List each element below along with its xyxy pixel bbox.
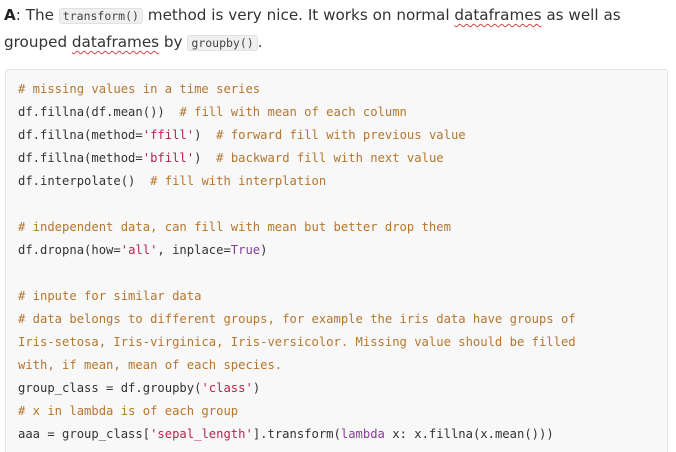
- code-string: 'ffill': [142, 128, 195, 142]
- code-line: df.fillna(df.mean()) # fill with mean of…: [18, 101, 667, 124]
- spellcheck-word[interactable]: dataframes: [454, 6, 541, 24]
- answer-text: .: [257, 33, 263, 51]
- code-comment: # data belongs to different groups, for …: [18, 312, 576, 326]
- code-text: ].transform(: [252, 427, 341, 441]
- code-text: df.fillna(method=: [18, 128, 143, 142]
- code-line: with, if mean, mean of each species.: [18, 354, 667, 377]
- code-string: 'sepal_length': [150, 427, 253, 441]
- code-string: 'all': [120, 243, 158, 257]
- code-comment: with, if mean, mean of each species.: [18, 358, 283, 372]
- code-text: df.fillna(method=: [18, 151, 143, 165]
- code-text: x: x.fillna(x.mean())): [384, 427, 554, 441]
- code-line: Iris-setosa, Iris-virginica, Iris-versic…: [18, 331, 667, 354]
- code-keyword: lambda: [340, 427, 385, 441]
- code-comment: # independent data, can fill with mean b…: [18, 220, 451, 234]
- code-comment: # missing values in a time series: [18, 82, 261, 96]
- code-comment: # backward fill with next value: [216, 151, 444, 165]
- code-keyword: True: [230, 243, 261, 257]
- code-line: df.interpolate() # fill with interplatio…: [18, 170, 667, 193]
- inline-code-transform: transform(): [58, 8, 143, 24]
- code-comment: # inpute for similar data: [18, 289, 202, 303]
- code-text: , inplace=: [157, 243, 231, 257]
- code-line: df.fillna(method='ffill') # forward fill…: [18, 124, 667, 147]
- code-string: 'class': [201, 381, 253, 395]
- inline-code-groupby: groupby(): [187, 35, 258, 51]
- code-text: df.dropna(how=: [18, 243, 121, 257]
- code-text: df.interpolate(): [18, 174, 136, 188]
- code-comment: # forward fill with previous value: [216, 128, 466, 142]
- code-text: ): [260, 243, 268, 257]
- answer-text: by: [159, 33, 188, 51]
- code-text: ): [252, 381, 261, 395]
- code-text: group_class = df.groupby(: [18, 381, 202, 395]
- code-text: df.fillna(df.mean()): [18, 105, 165, 119]
- code-text: aaa = group_class[: [18, 427, 151, 441]
- code-comment: # x in lambda is of each group: [18, 404, 239, 418]
- answer-label: A: [4, 6, 16, 24]
- spellcheck-word[interactable]: dataframes: [72, 33, 159, 51]
- code-line: # missing values in a time series: [18, 78, 667, 101]
- code-line: # data belongs to different groups, for …: [18, 308, 667, 331]
- code-line: df.dropna(how='all', inplace=True): [18, 239, 667, 262]
- answer-text: method is very nice. It works on normal: [142, 6, 455, 24]
- answer-paragraph: A: The transform() method is very nice. …: [4, 2, 670, 56]
- answer-text: : The: [15, 6, 59, 24]
- code-line: df.fillna(method='bfill') # backward fil…: [18, 147, 667, 170]
- code-block: # missing values in a time series df.fill…: [5, 69, 668, 452]
- code-string: 'bfill': [142, 151, 195, 165]
- code-line: # x in lambda is of each group: [18, 400, 667, 423]
- code-comment: # fill with interplation: [150, 174, 327, 188]
- code-line: # inpute for similar data: [18, 285, 667, 308]
- code-comment: # fill with mean of each column: [179, 105, 407, 119]
- code-comment: Iris-setosa, Iris-virginica, Iris-versic…: [18, 335, 576, 349]
- code-line: aaa = group_class['sepal_length'].transf…: [18, 423, 667, 446]
- code-line: group_class = df.groupby('class'): [18, 377, 667, 400]
- code-line: # independent data, can fill with mean b…: [18, 216, 667, 239]
- code-text: ): [194, 151, 202, 165]
- code-text: ): [194, 128, 202, 142]
